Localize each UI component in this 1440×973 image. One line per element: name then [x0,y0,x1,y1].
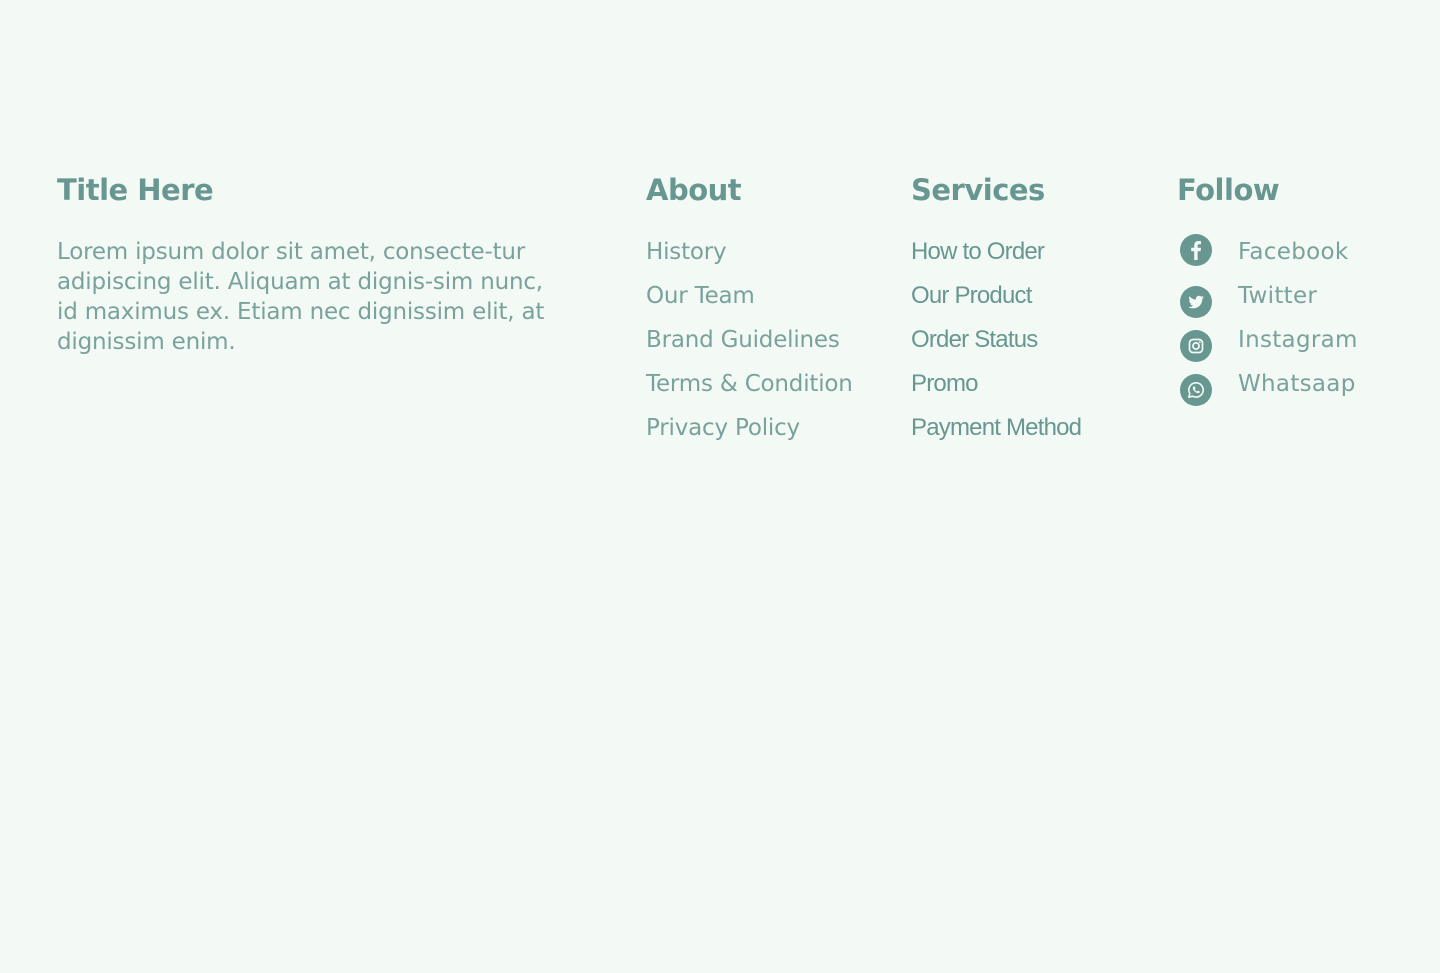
promo-link[interactable]: Promo [911,370,978,397]
about-item-our-team: Our Team [646,281,886,325]
history-link[interactable]: History [646,239,727,265]
how-to-order-link[interactable]: How to Order [911,238,1045,265]
services-links: How to Order Our Product Order Status Pr… [911,237,1151,457]
services-item-our-product: Our Product [911,281,1151,325]
social-item-twitter: Twitter [1177,281,1417,325]
instagram-icon[interactable] [1180,330,1212,362]
social-item-instagram: Instagram [1177,325,1417,369]
our-product-link[interactable]: Our Product [911,282,1032,309]
about-column: About History Our Team Brand Guidelines … [646,170,886,457]
facebook-link[interactable]: Facebook [1238,237,1348,267]
services-item-order-status: Order Status [911,325,1151,369]
whatsapp-link[interactable]: Whatsaap [1238,369,1356,399]
brand-description: Lorem ipsum dolor sit amet, consecte-tur… [57,239,545,355]
about-links: History Our Team Brand Guidelines Terms … [646,237,886,457]
brand-title: Title Here [57,173,214,207]
services-column: Services How to Order Our Product Order … [911,170,1151,457]
services-item-payment-method: Payment Method [911,413,1151,457]
about-item-privacy: Privacy Policy [646,413,886,457]
follow-column: Follow Facebook Twitter Instagram Whatsa… [1177,170,1417,413]
site-footer: Title Here Lorem ipsum dolor sit amet, c… [0,0,1440,973]
follow-title: Follow [1177,173,1280,207]
about-title: About [646,173,742,207]
order-status-link[interactable]: Order Status [911,326,1038,353]
instagram-link[interactable]: Instagram [1238,325,1358,355]
twitter-icon[interactable] [1180,286,1212,318]
brand-column: Title Here Lorem ipsum dolor sit amet, c… [57,170,557,380]
our-team-link[interactable]: Our Team [646,283,755,309]
social-item-facebook: Facebook [1177,234,1417,281]
services-title: Services [911,173,1045,207]
payment-method-link[interactable]: Payment Method [911,414,1082,441]
about-item-history: History [646,237,886,281]
about-item-terms: Terms & Condition [646,369,886,413]
brand-guidelines-link[interactable]: Brand Guidelines [646,327,840,353]
twitter-link[interactable]: Twitter [1238,281,1317,311]
terms-condition-link[interactable]: Terms & Condition [646,371,853,397]
about-item-brand-guidelines: Brand Guidelines [646,325,886,369]
social-links: Facebook Twitter Instagram Whatsaap [1177,234,1417,413]
services-item-promo: Promo [911,369,1151,413]
whatsapp-icon[interactable] [1180,374,1212,406]
privacy-policy-link[interactable]: Privacy Policy [646,415,800,441]
social-item-whatsapp: Whatsaap [1177,369,1417,413]
facebook-icon[interactable] [1180,234,1212,266]
services-item-how-to-order: How to Order [911,237,1151,281]
